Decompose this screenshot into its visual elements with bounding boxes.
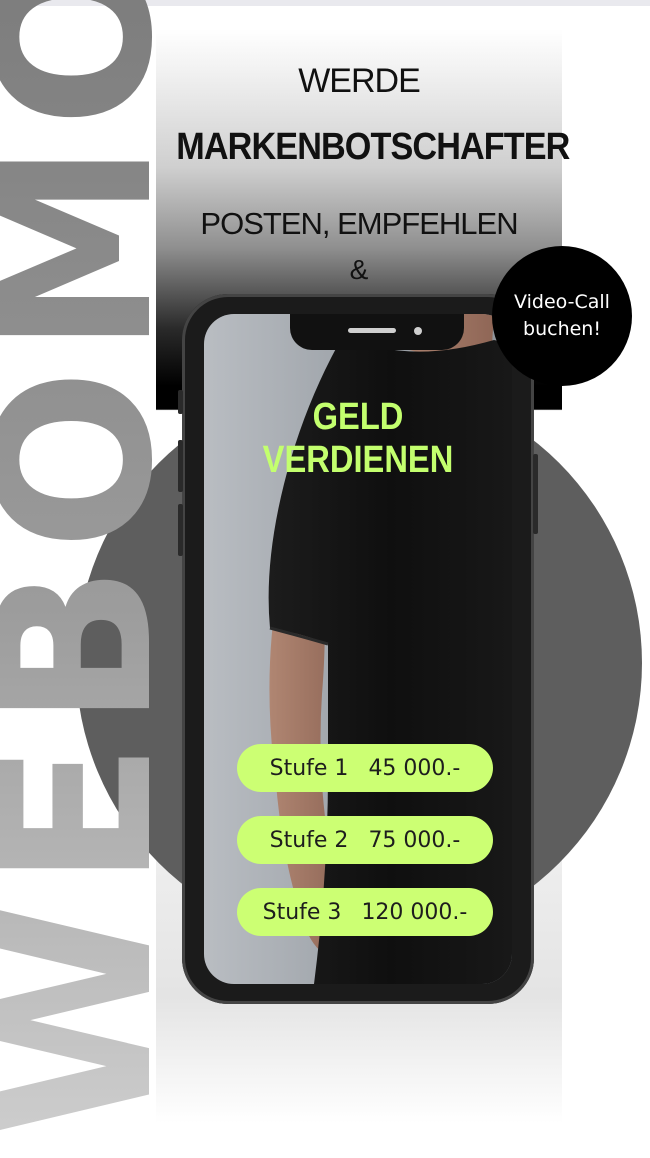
phone-screen: GELD VERDIENEN Stufe 1 45 000.- Stufe 2 … — [204, 314, 512, 984]
phone-mute-button — [178, 390, 183, 414]
cta-line-1: Video-Call — [514, 291, 610, 313]
cta-line-2: buchen! — [523, 318, 601, 340]
geld-verdienen-title: GELD VERDIENEN — [262, 396, 454, 481]
tier-pill-1[interactable]: Stufe 1 45 000.- — [237, 744, 493, 792]
camera-icon — [414, 327, 422, 335]
brand-word: WEBOMO — [0, 0, 166, 1158]
tier-label: Stufe 2 — [269, 827, 349, 853]
phone-volume-down-button — [178, 504, 183, 556]
vertical-brand: WEBOMO — [0, 0, 166, 1158]
tier-label: Stufe 3 — [262, 899, 342, 925]
phone-power-button — [533, 454, 538, 534]
headline-markenbotschafter: MARKENBOTSCHAFTER — [176, 126, 570, 168]
phone-notch — [290, 314, 464, 350]
tier-label: Stufe 1 — [269, 755, 349, 781]
headline-posten-empfehlen: POSTEN, EMPFEHLEN — [200, 206, 518, 241]
tier-pill-3[interactable]: Stufe 3 120 000.- — [237, 888, 493, 936]
video-call-button[interactable]: Video-Call buchen! — [492, 246, 632, 386]
speaker-icon — [348, 328, 396, 333]
tier-pill-2[interactable]: Stufe 2 75 000.- — [237, 816, 493, 864]
headline-werde: WERDE — [298, 62, 421, 100]
phone-mockup: GELD VERDIENEN Stufe 1 45 000.- Stufe 2 … — [178, 294, 538, 1004]
tier-value: 75 000.- — [368, 827, 461, 853]
tier-value: 120 000.- — [361, 899, 468, 925]
phone-volume-up-button — [178, 440, 183, 492]
tier-value: 45 000.- — [368, 755, 461, 781]
